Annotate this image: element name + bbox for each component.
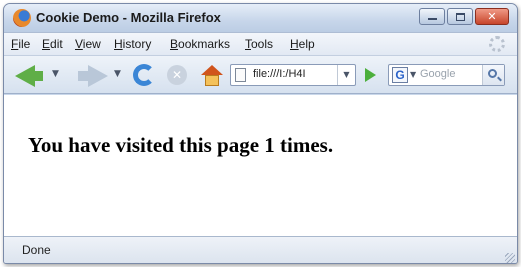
url-text[interactable]: file:///I:/H4I	[253, 68, 328, 80]
close-button[interactable]: ✕	[475, 8, 509, 25]
forward-history-dropdown[interactable]: ▼	[114, 69, 121, 79]
back-history-dropdown[interactable]: ▼	[52, 69, 59, 79]
window-controls: ✕	[419, 8, 509, 25]
maximize-button[interactable]	[447, 8, 473, 25]
navigation-toolbar: ▼ ▼ ✕ file:///I:/H4I ▼ G ▼	[4, 55, 517, 94]
back-button[interactable]	[15, 65, 43, 87]
browser-window: Cookie Demo - Mozilla Firefox ✕ File Edi…	[3, 3, 518, 264]
go-button[interactable]	[365, 68, 376, 82]
search-button[interactable]	[482, 65, 504, 85]
menu-view[interactable]: View	[75, 37, 101, 51]
throbber-icon	[489, 36, 505, 52]
title-bar[interactable]: Cookie Demo - Mozilla Firefox ✕	[4, 4, 517, 32]
home-icon	[201, 65, 223, 75]
forward-button[interactable]	[78, 65, 108, 87]
resize-grip-icon[interactable]	[505, 253, 515, 263]
address-bar[interactable]: file:///I:/H4I ▼	[230, 64, 356, 86]
search-engine-dropdown[interactable]: ▼	[410, 70, 416, 79]
home-icon-body	[205, 75, 219, 86]
page-heading: You have visited this page 1 times.	[28, 133, 334, 157]
home-button[interactable]	[201, 65, 223, 86]
status-text: Done	[22, 243, 51, 257]
minimize-icon	[427, 18, 437, 20]
google-icon[interactable]: G	[392, 67, 408, 83]
stop-button[interactable]: ✕	[167, 65, 187, 85]
status-bar: Done	[4, 236, 517, 263]
menu-tools[interactable]: Tools	[245, 37, 273, 51]
menu-history[interactable]: History	[114, 37, 151, 51]
window-title: Cookie Demo - Mozilla Firefox	[36, 10, 221, 25]
page-icon	[235, 68, 246, 82]
search-input[interactable]	[420, 68, 470, 80]
menu-bookmarks[interactable]: Bookmarks	[170, 37, 230, 51]
close-icon: ✕	[487, 9, 497, 23]
search-bar: G ▼	[388, 64, 505, 86]
menu-help[interactable]: Help	[290, 37, 315, 51]
menu-file[interactable]: File	[11, 37, 30, 51]
url-dropdown-button[interactable]: ▼	[337, 65, 355, 85]
firefox-logo-icon	[13, 9, 31, 27]
page-content: You have visited this page 1 times.	[4, 95, 517, 236]
maximize-icon	[455, 12, 465, 21]
search-icon	[488, 69, 497, 78]
minimize-button[interactable]	[419, 8, 445, 25]
menu-bar: File Edit View History Bookmarks Tools H…	[4, 32, 517, 55]
menu-edit[interactable]: Edit	[42, 37, 63, 51]
reload-button[interactable]	[133, 64, 155, 86]
